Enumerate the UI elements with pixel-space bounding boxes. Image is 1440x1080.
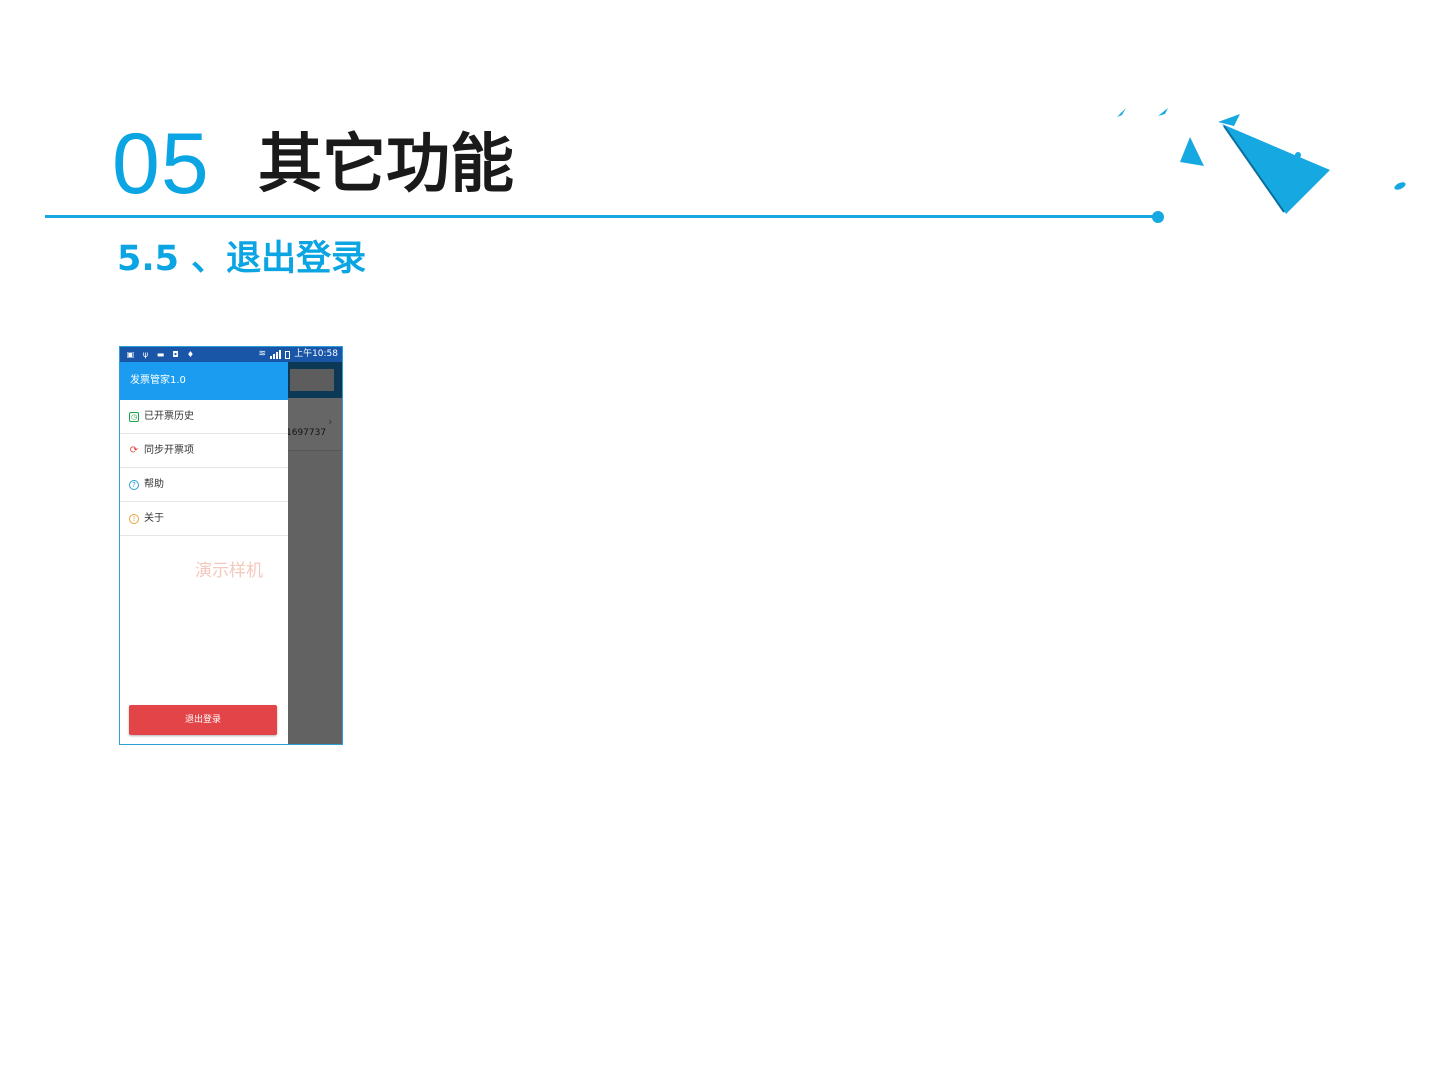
help-icon: ? — [129, 479, 139, 490]
navigation-drawer: 发票管家1.0 ◷ 已开票历史 ⟳ 同步开票项 ? 帮助 ! 关于 演示样机 退… — [120, 362, 288, 744]
title-divider — [45, 215, 1158, 218]
signal-icon — [270, 350, 282, 359]
menu-item-label: 同步开票项 — [144, 444, 194, 456]
menu-item-label: 已开票历史 — [144, 410, 194, 422]
menu-item-sync-invoice-items[interactable]: ⟳ 同步开票项 — [120, 434, 288, 468]
subsection-title: 5.5 、退出登录 — [117, 239, 367, 279]
info-icon: ! — [129, 513, 139, 524]
menu-item-invoice-history[interactable]: ◷ 已开票历史 — [120, 400, 288, 434]
menu-item-help[interactable]: ? 帮助 — [120, 468, 288, 502]
status-bar-notifications: ▣ ψ ▬ ◘ ♦ — [126, 347, 195, 362]
status-bar-system: ≋ 上午10:58 — [259, 347, 338, 362]
wifi-icon: ≋ — [258, 349, 267, 359]
section-title: 其它功能 — [258, 128, 514, 202]
status-time: 上午10:58 — [294, 349, 338, 359]
menu-item-about[interactable]: ! 关于 — [120, 502, 288, 536]
demo-watermark: 演示样机 — [195, 561, 263, 581]
section-number: 05 — [112, 116, 210, 212]
invoice-history-icon: ◷ — [129, 411, 139, 422]
paper-plane-decoration — [1117, 108, 1406, 216]
battery-icon — [285, 350, 291, 359]
menu-item-label: 关于 — [144, 512, 164, 524]
image-icon: ▬ — [156, 350, 165, 359]
location-icon: ♦ — [186, 350, 195, 359]
drawer-menu: ◷ 已开票历史 ⟳ 同步开票项 ? 帮助 ! 关于 — [120, 400, 288, 536]
notification-icon: ▣ — [126, 350, 135, 359]
drawer-header: 发票管家1.0 — [120, 362, 288, 400]
shield-icon: ◘ — [172, 350, 179, 359]
phone-screenshot: ▣ ψ ▬ ◘ ♦ ≋ 上午10:58 1697737 › 发票管家1.0 ◷ … — [119, 346, 343, 745]
menu-item-label: 帮助 — [144, 478, 164, 490]
status-bar: ▣ ψ ▬ ◘ ♦ ≋ 上午10:58 — [120, 347, 342, 362]
usb-icon: ψ — [142, 350, 149, 359]
logout-button[interactable]: 退出登录 — [129, 705, 277, 735]
sync-icon: ⟳ — [129, 444, 139, 456]
